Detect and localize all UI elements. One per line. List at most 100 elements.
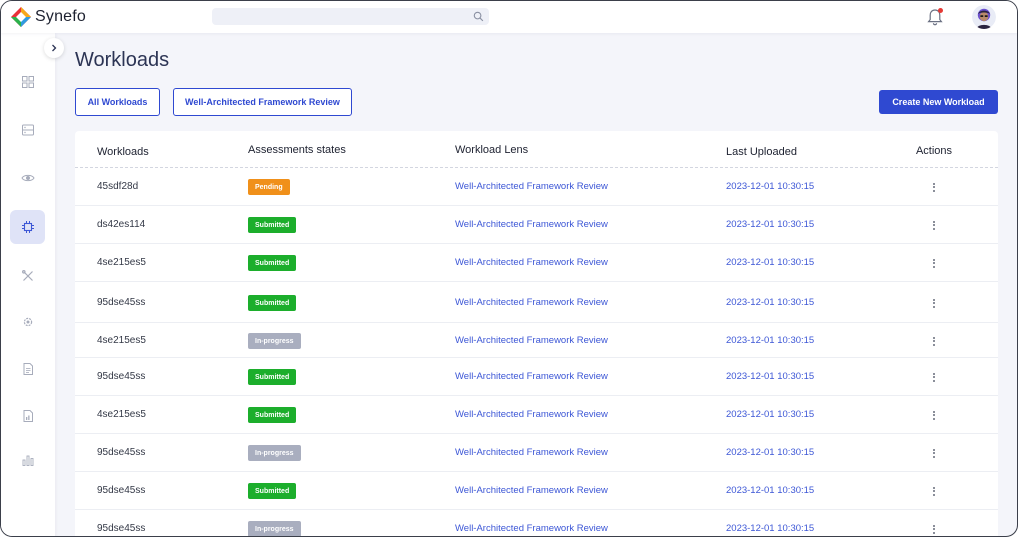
workload-id: 95dse45ss: [97, 485, 146, 496]
workload-id: 95dse45ss: [97, 447, 146, 458]
workloads-table: Workloads Assessments states Workload Le…: [75, 131, 998, 536]
assessment-state-badge: In-progress: [248, 521, 301, 536]
last-uploaded-date: 2023-12-01 10:30:15: [726, 335, 815, 346]
table-row[interactable]: 4se215es5 Submitted Well-Architected Frame…: [75, 396, 998, 434]
row-actions-menu-icon[interactable]: [928, 522, 940, 536]
header-actions: Actions: [915, 145, 953, 157]
settings-icon: [23, 317, 32, 327]
search-icon[interactable]: [473, 11, 484, 22]
workload-id: 4se215es5: [97, 257, 146, 268]
table-row[interactable]: 95dse45ss In-progress Well-Architected Fra…: [75, 510, 998, 536]
sidebar-item-dashboard[interactable]: [10, 65, 45, 99]
row-actions-menu-icon[interactable]: [928, 180, 940, 194]
workload-id: 4se215es5: [97, 335, 146, 346]
brand-name: Synefo: [35, 8, 87, 25]
workload-id: 4se215es5: [97, 409, 146, 420]
row-actions-menu-icon[interactable]: [928, 334, 940, 348]
workload-lens-link[interactable]: Well-Architected Framework Review: [455, 371, 608, 382]
table-row[interactable]: 45sdf28d Pending Well-Architected Framewor…: [75, 168, 998, 206]
header-assessment-states[interactable]: Assessments states: [248, 144, 346, 156]
last-uploaded-date: 2023-12-01 10:30:15: [726, 371, 815, 382]
assessment-state-badge: Submitted: [248, 217, 297, 233]
workload-id: 45sdf28d: [97, 181, 139, 192]
tools-icon: [21, 270, 33, 281]
dashboard-grid-icon: [21, 76, 34, 88]
workload-id: 95dse45ss: [97, 297, 146, 308]
workload-id: 95dse45ss: [97, 371, 146, 382]
header-workloads[interactable]: Workloads: [97, 146, 149, 158]
workload-lens-link[interactable]: Well-Architected Framework Review: [455, 297, 608, 308]
server-icon: [21, 124, 34, 136]
create-new-workload-button[interactable]: Create New Workload: [879, 90, 998, 114]
page-title: Workloads: [75, 49, 170, 71]
assessment-state-badge: Submitted: [248, 407, 297, 423]
sidebar-item-workloads[interactable]: [10, 210, 45, 244]
workload-lens-link[interactable]: Well-Architected Framework Review: [455, 219, 608, 230]
assessment-state-badge: Submitted: [248, 483, 297, 499]
row-actions-menu-icon[interactable]: [928, 446, 940, 460]
search-input[interactable]: [212, 8, 489, 25]
sidebar-item-settings[interactable]: [10, 305, 45, 339]
table-row[interactable]: 95dse45ss Submitted Well-Architected Frame…: [75, 282, 998, 323]
last-uploaded-date: 2023-12-01 10:30:15: [726, 409, 815, 420]
row-actions-menu-icon[interactable]: [928, 370, 940, 384]
sidebar-toggle-button[interactable]: [44, 38, 64, 58]
last-uploaded-date: 2023-12-01 10:30:15: [726, 257, 815, 268]
row-actions-menu-icon[interactable]: [928, 296, 940, 310]
sidebar: [1, 33, 55, 536]
assessment-state-badge: Submitted: [248, 369, 297, 385]
table-row[interactable]: ds42es114 Submitted Well-Architected Frame…: [75, 206, 998, 244]
table-row[interactable]: 4se215es5 Submitted Well-Architected Frame…: [75, 244, 998, 282]
table-header: Workloads Assessments states Workload Le…: [75, 131, 998, 168]
bar-chart-icon: [22, 455, 33, 466]
row-actions-menu-icon[interactable]: [928, 484, 940, 498]
top-bar: Synefo: [1, 1, 1017, 33]
app-window: Synefo Workloads All Workloads Well-Arch…: [0, 0, 1018, 537]
last-uploaded-date: 2023-12-01 10:30:15: [726, 485, 815, 496]
table-row[interactable]: 95dse45ss Submitted Well-Architected Frame…: [75, 358, 998, 396]
table-row[interactable]: 95dse45ss Submitted Well-Architected Frame…: [75, 472, 998, 510]
last-uploaded-date: 2023-12-01 10:30:15: [726, 523, 815, 534]
well-architected-review-button[interactable]: Well-Architected Framework Review: [173, 88, 352, 116]
workload-lens-link[interactable]: Well-Architected Framework Review: [455, 335, 608, 346]
row-actions-menu-icon[interactable]: [928, 256, 940, 270]
last-uploaded-date: 2023-12-01 10:30:15: [726, 181, 815, 192]
notification-dot: [938, 8, 943, 13]
table-row[interactable]: 4se215es5 In-progress Well-Architected Fra…: [75, 323, 998, 358]
row-actions-menu-icon[interactable]: [928, 408, 940, 422]
last-uploaded-date: 2023-12-01 10:30:15: [726, 297, 815, 308]
workload-lens-link[interactable]: Well-Architected Framework Review: [455, 485, 608, 496]
workload-lens-link[interactable]: Well-Architected Framework Review: [455, 257, 608, 268]
assessment-state-badge: In-progress: [248, 445, 301, 461]
table-row[interactable]: 95dse45ss In-progress Well-Architected Fra…: [75, 434, 998, 472]
header-workload-lens[interactable]: Workload Lens: [455, 144, 528, 156]
last-uploaded-date: 2023-12-01 10:30:15: [726, 447, 815, 458]
document-icon: [23, 363, 33, 375]
sidebar-item-tools[interactable]: [10, 259, 45, 293]
all-workloads-button[interactable]: All Workloads: [75, 88, 160, 116]
user-avatar[interactable]: [972, 5, 996, 29]
eye-icon: [20, 174, 35, 182]
assessment-state-badge: Pending: [248, 179, 290, 195]
workload-id: 95dse45ss: [97, 523, 146, 534]
header-last-uploaded[interactable]: Last Uploaded: [726, 146, 797, 158]
assessment-state-badge: In-progress: [248, 333, 301, 349]
sidebar-item-servers[interactable]: [10, 113, 45, 147]
sidebar-item-monitor[interactable]: [10, 161, 45, 195]
workload-lens-link[interactable]: Well-Architected Framework Review: [455, 181, 608, 192]
sidebar-item-documents[interactable]: [10, 352, 45, 386]
assessment-state-badge: Submitted: [248, 295, 297, 311]
workload-lens-link[interactable]: Well-Architected Framework Review: [455, 409, 608, 420]
sidebar-item-reports[interactable]: [10, 399, 45, 433]
workload-lens-link[interactable]: Well-Architected Framework Review: [455, 447, 608, 458]
workload-lens-link[interactable]: Well-Architected Framework Review: [455, 523, 608, 534]
avatar-image-icon: [972, 5, 996, 29]
sidebar-item-analytics[interactable]: [10, 443, 45, 477]
assessment-state-badge: Submitted: [248, 255, 297, 271]
last-uploaded-date: 2023-12-01 10:30:15: [726, 219, 815, 230]
workload-id: ds42es114: [97, 219, 146, 230]
synefo-logo-icon[interactable]: [10, 6, 32, 28]
row-actions-menu-icon[interactable]: [928, 218, 940, 232]
report-icon: [23, 410, 33, 422]
cpu-chip-icon: [21, 221, 34, 233]
